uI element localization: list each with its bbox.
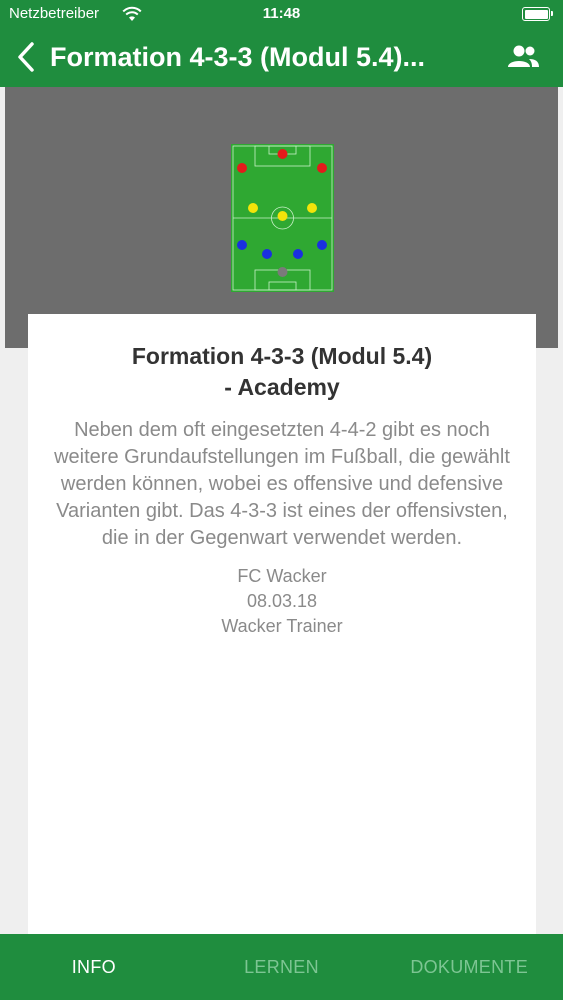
bottom-tab-bar: INFO LERNEN DOKUMENTE	[0, 934, 563, 1000]
status-bar: Netzbetreiber 11:48	[0, 0, 563, 28]
tab-lernen[interactable]: LERNEN	[188, 934, 376, 1000]
formation-image-area	[5, 87, 558, 348]
tab-info[interactable]: INFO	[0, 934, 188, 1000]
people-icon[interactable]	[505, 42, 541, 72]
info-card: Formation 4-3-3 (Modul 5.4) - Academy Ne…	[28, 314, 536, 934]
nav-title: Formation 4-3-3 (Modul 5.4)...	[50, 42, 426, 72]
tab-dokumente[interactable]: DOKUMENTE	[375, 934, 563, 1000]
nav-bar: Formation 4-3-3 (Modul 5.4)...	[0, 28, 563, 87]
clock: 11:48	[262, 5, 301, 22]
card-title-line1: Formation 4-3-3 (Modul 5.4)	[131, 343, 433, 369]
top-bar: Netzbetreiber 11:48 Formation 4-3-3 (Mod…	[0, 0, 563, 87]
card-meta: FC Wacker 08.03.18 Wacker Trainer	[28, 564, 536, 639]
back-button[interactable]	[12, 40, 40, 74]
publish-date: 08.03.18	[246, 591, 318, 611]
formation-pitch-image	[231, 144, 334, 292]
card-title-line2: - Academy	[224, 374, 340, 400]
card-description: Neben dem oft eingesetzten 4-4-2 gibt es…	[54, 419, 510, 549]
app-screen: Netzbetreiber 11:48 Formation 4-3-3 (Mod…	[0, 0, 563, 1000]
club-name: FC Wacker	[237, 566, 327, 586]
battery-icon	[522, 7, 553, 21]
author-name: Wacker Trainer	[221, 616, 343, 636]
card-title: Formation 4-3-3 (Modul 5.4) - Academy	[28, 341, 536, 403]
